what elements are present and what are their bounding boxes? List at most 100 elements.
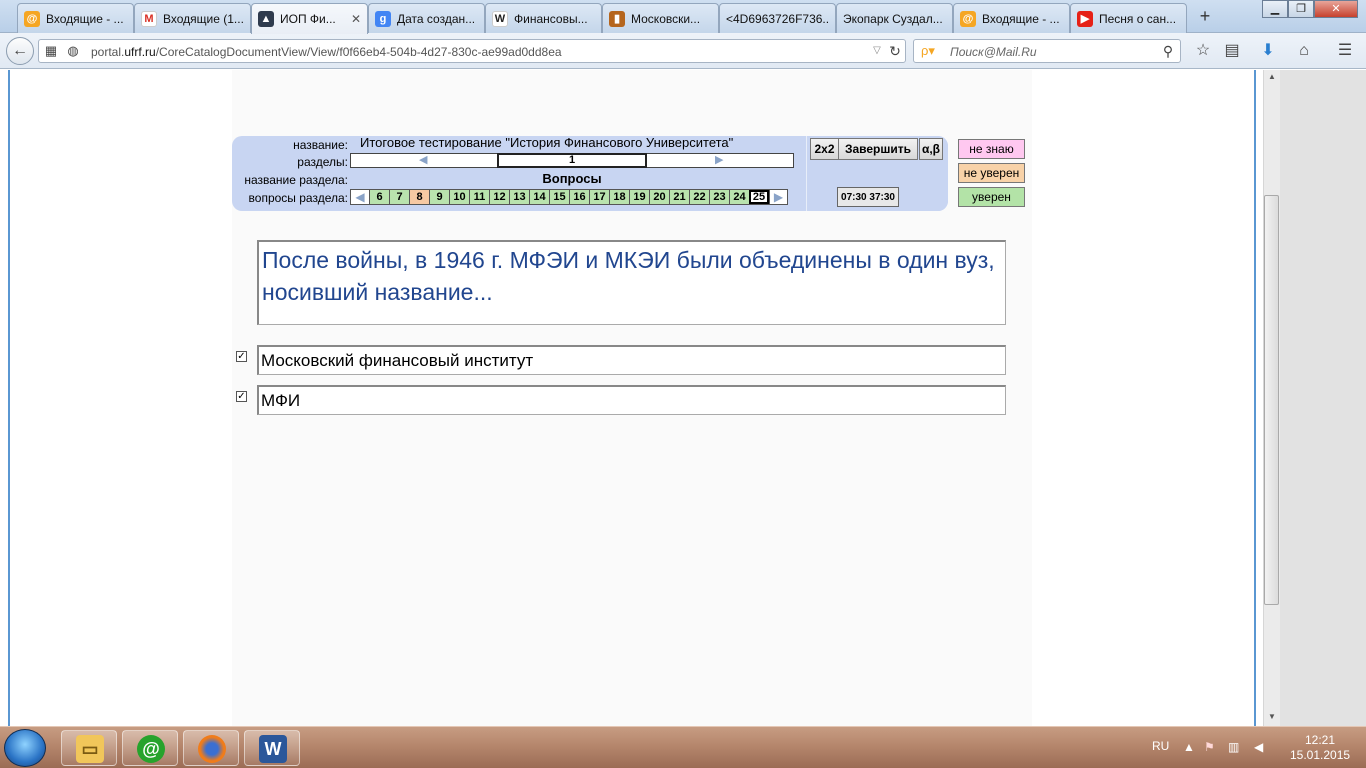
question-number-25[interactable]: 25 [749, 190, 769, 204]
address-bar[interactable]: ▦ ◍ portal.ufrf.ru/CoreCatalogDocumentVi… [38, 39, 906, 63]
maximize-button[interactable]: ❐ [1288, 0, 1314, 18]
frame-border-left [8, 70, 10, 726]
google-icon: g [375, 10, 391, 27]
2x2-button[interactable]: 2x2 [810, 138, 839, 160]
question-number-8[interactable]: 8 [409, 190, 429, 204]
not-sure-button[interactable]: не уверен [958, 163, 1025, 183]
action-center-icon[interactable]: ⚑ [1204, 740, 1215, 754]
questions-next-arrow-icon[interactable]: ▶ [769, 190, 787, 204]
section-prev-arrow-icon[interactable]: ◀ [419, 154, 427, 167]
windows-taskbar: ▭ @ W RU ▲ ⚑ ▥ ◀ 12:21 15.01.2015 [0, 726, 1366, 768]
scroll-down-arrow-icon[interactable]: ▼ [1264, 712, 1280, 721]
right-gray-area [1280, 70, 1366, 726]
question-number-10[interactable]: 10 [449, 190, 469, 204]
folder-icon: ▭ [76, 735, 104, 763]
close-tab-icon[interactable]: ✕ [351, 12, 361, 26]
answer-row: ✓ МФИ [234, 385, 1006, 415]
books-icon: ▮ [609, 10, 625, 27]
tab-label: Входящие - ... [46, 11, 124, 26]
question-number-17[interactable]: 17 [589, 190, 609, 204]
reading-list-icon[interactable]: ▤ [1222, 42, 1242, 60]
reload-icon[interactable]: ↻ [885, 42, 905, 60]
sure-button[interactable]: уверен [958, 187, 1025, 207]
scroll-up-arrow-icon[interactable]: ▲ [1264, 72, 1280, 81]
section-next-arrow-icon[interactable]: ▶ [715, 154, 723, 167]
language-indicator[interactable]: RU [1152, 739, 1169, 753]
tab-2[interactable]: ▲ ИОП Фи... ✕ [251, 3, 368, 34]
tab-5[interactable]: ▮ Московски... [602, 3, 719, 33]
close-window-button[interactable]: ✕ [1314, 0, 1358, 18]
start-button[interactable] [4, 729, 46, 767]
mail-ru-search-icon[interactable]: ρ▾ [918, 42, 938, 60]
taskbar-firefox[interactable] [183, 730, 239, 766]
sections-bar: ◀ 1 ▶ [350, 153, 794, 168]
questions-label: вопросы раздела: [248, 191, 348, 205]
current-section[interactable]: 1 [497, 153, 647, 168]
home-icon[interactable]: ⌂ [1294, 42, 1314, 60]
tab-label: <4D6963726F736... [726, 11, 829, 26]
question-number-21[interactable]: 21 [669, 190, 689, 204]
tab-3[interactable]: g Дата создан... [368, 3, 485, 33]
tab-1[interactable]: M Входящие (1... [134, 3, 251, 33]
tab-label: Входящие (1... [163, 11, 244, 26]
question-number-18[interactable]: 18 [609, 190, 629, 204]
download-icon[interactable]: ⬇ [1258, 42, 1278, 60]
bookmark-star-icon[interactable]: ☆ [1193, 42, 1213, 60]
answer-row: ✓ Московский финансовый институт [234, 345, 1006, 375]
test-name-value: Итоговое тестирование "История Финансово… [360, 135, 734, 150]
minimize-button[interactable]: ▁ [1262, 0, 1288, 18]
questions-prev-arrow-icon[interactable]: ◀ [351, 190, 369, 204]
question-number-9[interactable]: 9 [429, 190, 449, 204]
clock-date: 15.01.2015 [1290, 748, 1351, 762]
tab-label: Экопарк Суздал... [843, 11, 943, 26]
dont-know-button[interactable]: не знаю [958, 139, 1025, 159]
taskbar-word[interactable]: W [244, 730, 300, 766]
grid-icon[interactable]: ▦ [41, 42, 61, 60]
question-number-16[interactable]: 16 [569, 190, 589, 204]
show-hidden-icons-icon[interactable]: ▲ [1183, 740, 1195, 754]
answer-text[interactable]: МФИ [257, 385, 1006, 415]
question-number-20[interactable]: 20 [649, 190, 669, 204]
tab-8[interactable]: @ Входящие - ... [953, 3, 1070, 33]
answer-checkbox[interactable]: ✓ [236, 391, 247, 402]
taskbar-mail-agent[interactable]: @ [122, 730, 178, 766]
question-number-15[interactable]: 15 [549, 190, 569, 204]
question-number-14[interactable]: 14 [529, 190, 549, 204]
question-number-19[interactable]: 19 [629, 190, 649, 204]
answer-checkbox[interactable]: ✓ [236, 351, 247, 362]
sections-label: разделы: [297, 155, 348, 169]
question-number-23[interactable]: 23 [709, 190, 729, 204]
answer-text[interactable]: Московский финансовый институт [257, 345, 1006, 375]
volume-icon[interactable]: ◀ [1254, 740, 1263, 754]
search-icon[interactable]: ⚲ [1158, 42, 1178, 60]
tab-7[interactable]: Экопарк Суздал... [836, 3, 953, 33]
question-number-12[interactable]: 12 [489, 190, 509, 204]
question-number-7[interactable]: 7 [389, 190, 409, 204]
question-number-11[interactable]: 11 [469, 190, 489, 204]
clock[interactable]: 12:21 15.01.2015 [1290, 733, 1350, 763]
scrollbar-thumb[interactable] [1264, 195, 1279, 605]
network-icon[interactable]: ▥ [1228, 740, 1239, 754]
firefox-icon [198, 735, 226, 763]
tab-6[interactable]: <4D6963726F736... [719, 3, 836, 33]
search-bar[interactable]: ρ▾ Поиск@Mail.Ru ⚲ [913, 39, 1181, 63]
question-text: После войны, в 1946 г. МФЭИ и МКЭИ были … [257, 240, 1006, 325]
tab-9[interactable]: ▶ Песня о сан... [1070, 3, 1187, 33]
alphabet-button[interactable]: α,β [919, 138, 943, 160]
tab-label: Песня о сан... [1099, 11, 1177, 26]
question-number-13[interactable]: 13 [509, 190, 529, 204]
wikipedia-icon: W [492, 10, 508, 27]
back-button[interactable]: ← [6, 37, 34, 65]
taskbar-explorer[interactable]: ▭ [61, 730, 117, 766]
page-viewport: ▲ ▼ название: Итоговое тестирование "Ист… [0, 70, 1366, 726]
word-icon: W [259, 735, 287, 763]
dropdown-arrow-icon[interactable]: ▽ [867, 42, 887, 60]
finish-button[interactable]: Завершить [838, 138, 918, 160]
menu-icon[interactable]: ☰ [1335, 42, 1355, 60]
tab-4[interactable]: W Финансовы... [485, 3, 602, 33]
question-number-24[interactable]: 24 [729, 190, 749, 204]
tab-0[interactable]: @ Входящие - ... [17, 3, 134, 33]
new-tab-button[interactable]: + [1194, 5, 1216, 27]
question-number-6[interactable]: 6 [369, 190, 389, 204]
question-number-22[interactable]: 22 [689, 190, 709, 204]
